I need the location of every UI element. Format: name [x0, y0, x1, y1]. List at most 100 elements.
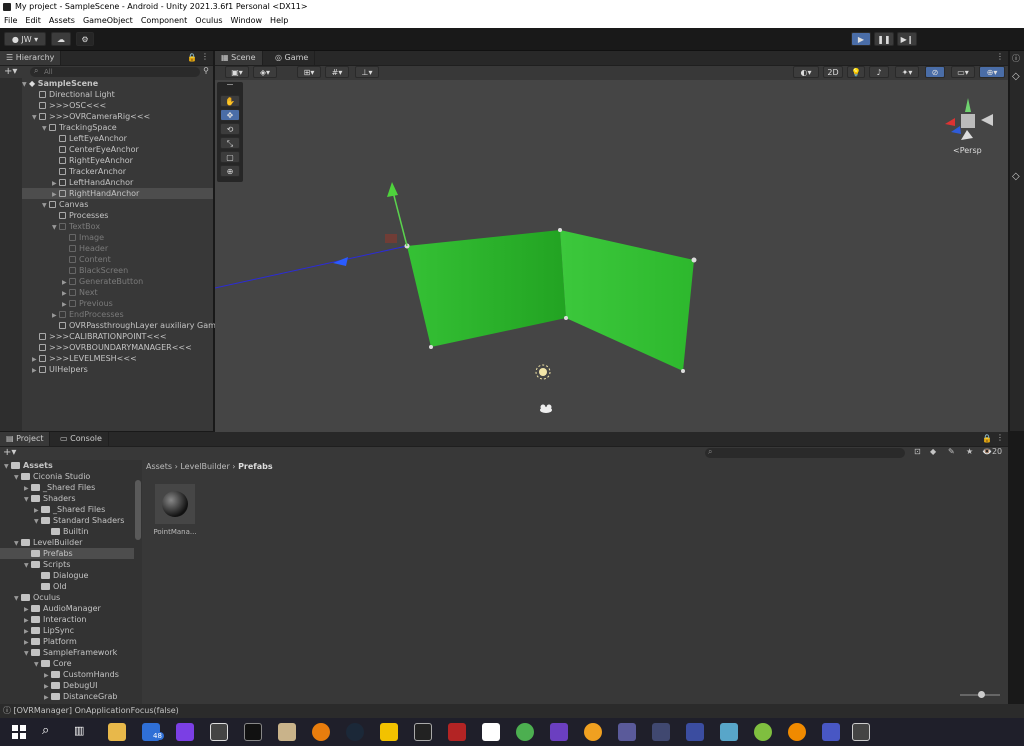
grid-snap-icon[interactable]: #▾ — [325, 66, 349, 78]
project-add-icon[interactable]: +▾ — [3, 447, 16, 459]
hierarchy-item[interactable]: LeftEyeAnchor — [22, 133, 213, 144]
add-icon[interactable]: +▾ — [4, 66, 17, 77]
menu-help[interactable]: Help — [270, 16, 288, 25]
project-search-input[interactable] — [705, 448, 905, 458]
menu-assets[interactable]: Assets — [49, 16, 75, 25]
project-folder-item[interactable]: ▶ DistanceGrab — [0, 691, 134, 702]
favorite-icon[interactable]: ★ — [966, 447, 973, 456]
oculus-app-icon[interactable] — [686, 723, 704, 741]
menu-oculus[interactable]: Oculus — [195, 16, 222, 25]
account-dropdown[interactable]: ● JW ▾ — [4, 32, 46, 46]
menu-file[interactable]: File — [4, 16, 17, 25]
hidden-packages-icon[interactable]: 👁‍20 — [982, 447, 1002, 456]
blender-icon[interactable] — [312, 723, 330, 741]
hierarchy-item[interactable]: Content — [22, 254, 213, 265]
hierarchy-item[interactable]: ▶ RightHandAnchor — [22, 188, 213, 199]
task-view-icon[interactable]: ▥ — [74, 724, 84, 737]
project-folder-item[interactable]: ▼ SampleFramework — [0, 647, 134, 658]
tab-project[interactable]: ▤ Project — [0, 432, 51, 446]
hierarchy-item[interactable]: BlackScreen — [22, 265, 213, 276]
project-folder-item[interactable]: ▶ DebugUI — [0, 680, 134, 691]
rotate-tool-icon[interactable]: ⟲ — [220, 123, 240, 135]
wall-point[interactable] — [558, 228, 562, 232]
move-tool-icon[interactable]: ✥ — [220, 109, 240, 121]
project-folder-item[interactable]: ▶ _Shared Files — [0, 482, 134, 493]
hierarchy-item[interactable]: ▶ UIHelpers — [22, 364, 213, 375]
hierarchy-item[interactable]: ▶ EndProcesses — [22, 309, 213, 320]
hierarchy-item[interactable]: ▼ >>>OVRCameraRig<<< — [22, 111, 213, 122]
y-axis-arrow-icon[interactable] — [387, 182, 398, 197]
breadcrumb-prefabs[interactable]: Prefabs — [238, 462, 273, 471]
wall-point[interactable] — [681, 369, 685, 373]
hierarchy-item[interactable]: OVRPassthroughLayer auxiliary GameO — [22, 320, 227, 331]
ethereum-icon[interactable] — [618, 723, 636, 741]
lighting-icon[interactable]: 💡 — [847, 66, 865, 78]
camera-settings-icon[interactable]: ▭▾ — [951, 66, 975, 78]
perspective-label[interactable]: <Persp — [953, 146, 982, 155]
expand-arrow-icon[interactable]: ▶ — [32, 365, 39, 376]
project-folder-item[interactable]: ▶ LipSync — [0, 625, 134, 636]
expand-arrow-icon[interactable]: ▶ — [44, 692, 51, 703]
hierarchy-item[interactable]: ▶ LeftHandAnchor — [22, 177, 213, 188]
tab-console[interactable]: ▭ Console — [54, 432, 109, 446]
pause-button[interactable]: ❚❚ — [874, 32, 894, 46]
wall-point[interactable] — [429, 345, 433, 349]
step-button[interactable]: ▶❙ — [897, 32, 917, 46]
label-icon[interactable]: ✎ — [948, 447, 955, 456]
info-icon[interactable]: ⓘ — [1012, 53, 1020, 64]
unity-hub-icon[interactable] — [210, 723, 228, 741]
app-icon-3[interactable] — [278, 723, 296, 741]
app-icon-10[interactable] — [788, 723, 806, 741]
project-folder-item[interactable]: Prefabs — [0, 548, 134, 559]
gizmo-tools-icon[interactable]: ◈▾ — [253, 66, 277, 78]
file-explorer-icon[interactable] — [108, 723, 126, 741]
teams-icon[interactable] — [822, 723, 840, 741]
hierarchy-item[interactable]: ▼ TextBox — [22, 221, 213, 232]
app-icon-6[interactable] — [584, 723, 602, 741]
windows-start-icon[interactable] — [12, 725, 26, 739]
transform-tool-icon[interactable]: ⊕ — [220, 165, 240, 177]
toggle-2d-button[interactable]: 2D — [823, 66, 843, 78]
project-folder-item[interactable]: ▶ Interaction — [0, 614, 134, 625]
camera-gizmo-icon[interactable] — [540, 404, 552, 414]
directional-light-icon[interactable] — [535, 364, 551, 380]
app-icon-1[interactable] — [176, 723, 194, 741]
orientation-gizmo[interactable] — [945, 98, 993, 140]
audio-icon[interactable]: ♪ — [869, 66, 889, 78]
unity-editor-icon[interactable] — [852, 723, 870, 741]
scene-filter-icon[interactable]: ⚲ — [203, 66, 209, 75]
project-folder-item[interactable]: Dialogue — [0, 570, 134, 581]
breadcrumb-levelbuilder[interactable]: LevelBuilder — [180, 462, 229, 471]
inspector-cube-icon[interactable]: ◇ — [1012, 71, 1020, 82]
app-icon-7[interactable] — [652, 723, 670, 741]
app-icon-4[interactable] — [448, 723, 466, 741]
project-folder-item[interactable]: ▶ Platform — [0, 636, 134, 647]
increment-snap-icon[interactable]: ⊥▾ — [355, 66, 379, 78]
project-folder-item[interactable]: ▼ Oculus — [0, 592, 134, 603]
zoom-slider-handle[interactable] — [978, 691, 985, 698]
hierarchy-item[interactable]: ▶ Next — [22, 287, 213, 298]
x-axis-handle[interactable] — [385, 234, 397, 243]
tab-hierarchy[interactable]: ☰ Hierarchy — [0, 51, 62, 65]
project-folder-item[interactable]: Old — [0, 581, 134, 592]
project-folder-item[interactable]: ▼ Shaders — [0, 493, 134, 504]
hierarchy-item[interactable]: ▶ Previous — [22, 298, 213, 309]
hierarchy-item[interactable]: ▼ Canvas — [22, 199, 213, 210]
rect-tool-icon[interactable]: ▢ — [220, 151, 240, 163]
epic-games-icon[interactable] — [414, 723, 432, 741]
pivot-icon[interactable]: ⊞▾ — [297, 66, 321, 78]
rockstar-icon[interactable] — [380, 723, 398, 741]
hierarchy-item[interactable]: TrackerAnchor — [22, 166, 213, 177]
project-lock-icon[interactable]: 🔒 — [982, 434, 992, 443]
hierarchy-item[interactable]: Header — [22, 243, 213, 254]
breadcrumb-assets[interactable]: Assets — [146, 462, 172, 471]
scene-render[interactable] — [215, 80, 1008, 432]
lock-icon[interactable]: 🔒 — [187, 53, 197, 62]
project-folder-item[interactable]: ▶ CustomHands — [0, 669, 134, 680]
status-message[interactable]: [OVRManager] OnApplicationFocus(false) — [14, 706, 179, 715]
visual-studio-icon[interactable] — [550, 723, 568, 741]
play-button[interactable]: ▶ — [851, 32, 871, 46]
app-icon-2[interactable] — [244, 723, 262, 741]
hierarchy-item[interactable]: ▶ GenerateButton — [22, 276, 213, 287]
search-by-type-icon[interactable]: ⊡ — [914, 447, 921, 456]
